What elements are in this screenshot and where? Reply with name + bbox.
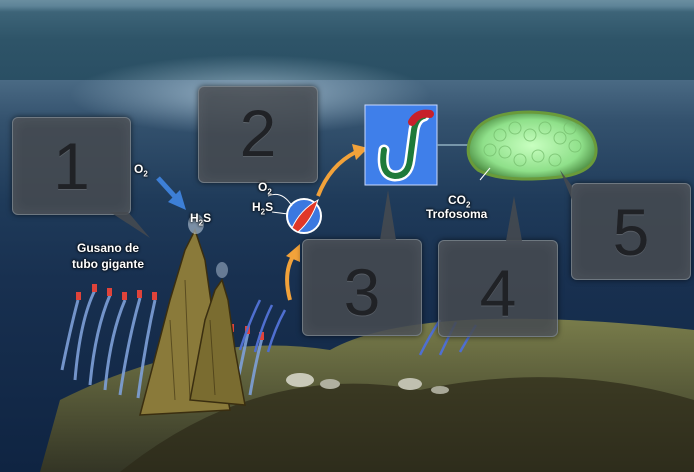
orange-arrow-icon xyxy=(285,244,300,301)
label-h2s-left: H2S xyxy=(190,211,212,228)
callout-number-1: 1 xyxy=(53,129,90,203)
blue-arrow-icon xyxy=(156,176,186,210)
trophosome-icon xyxy=(466,110,598,181)
callout-4[interactable]: 4 xyxy=(438,240,558,337)
label-giant-tube-worm: Gusano de tubo gigante xyxy=(72,241,144,271)
tube-worm-plumes-left xyxy=(76,284,157,300)
bacterium-icon xyxy=(267,193,322,234)
rock xyxy=(286,373,314,387)
callout-2[interactable]: 2 xyxy=(198,86,318,183)
callout-number-2: 2 xyxy=(239,96,277,170)
callout-3[interactable]: 3 xyxy=(302,239,422,336)
callout-1[interactable]: 1 xyxy=(12,117,131,215)
callout-number-3: 3 xyxy=(343,255,381,329)
callout-number-4: 4 xyxy=(479,256,517,330)
label-trophosome: Trofosoma xyxy=(426,207,488,221)
label-o2-center: O2 xyxy=(258,180,272,197)
diagram-stage: 1 2 3 4 5 O2 H2S Gusano de tubo gigante … xyxy=(0,0,694,472)
orange-arrow-icon-2 xyxy=(316,144,368,197)
callout-5[interactable]: 5 xyxy=(571,183,691,280)
label-o2-left: O2 xyxy=(134,162,148,179)
symbiont-worm-icon xyxy=(364,104,438,186)
callout-number-5: 5 xyxy=(612,195,650,269)
label-h2s-center: H2S xyxy=(252,200,274,217)
